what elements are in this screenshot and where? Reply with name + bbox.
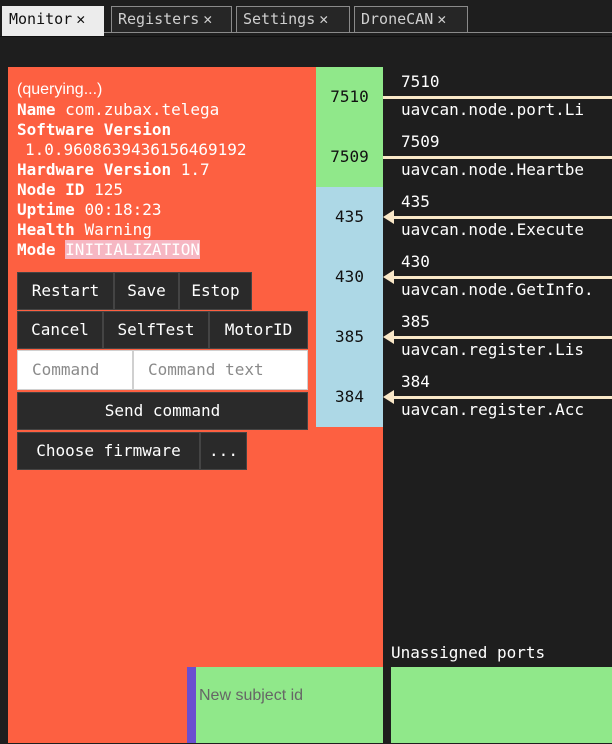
tab-label: Monitor [9,10,73,28]
uptime-label: Uptime [17,200,75,219]
cancel-button[interactable]: Cancel [17,311,103,349]
tab-settings[interactable]: Settings ✕ [236,6,350,32]
uptime-value: 00:18:23 [84,200,162,219]
hardware-version-row: Hardware Version 1.7 [17,160,247,180]
node-name-row: Name com.zubax.telega [17,100,247,120]
connection-port-id: 435 [401,192,430,211]
connection-type-name: uavcan.register.Lis [401,340,585,359]
unassigned-ports-area[interactable] [391,667,612,743]
node-status-line: (querying...) [17,81,103,98]
connection-line [383,96,393,99]
connection-type-name: uavcan.node.port.Li [401,100,585,119]
connection-type-name: uavcan.node.GetInfo. [401,280,594,299]
node-id-value: 125 [94,180,123,199]
estop-button[interactable]: Estop [179,272,252,310]
tab-dronecan[interactable]: DroneCAN ✕ [354,6,468,32]
tab-label: Registers [118,10,200,28]
connection-385[interactable]: 385 uavcan.register.Lis [383,307,612,367]
connection-port-id: 7510 [401,72,440,91]
tab-label: Settings [243,10,316,28]
node-name-label: Name [17,100,56,119]
more-options-button[interactable]: ... [200,432,247,470]
health-label: Health [17,220,75,239]
connection-port-id: 385 [401,312,430,331]
connection-7510[interactable]: 7510 uavcan.node.port.Li [383,67,612,127]
connection-430[interactable]: 430 uavcan.node.GetInfo. [383,247,612,307]
unassigned-ports-label: Unassigned ports [391,643,546,662]
tab-monitor[interactable]: Monitor ✕ [2,6,104,36]
tab-bar-divider [104,32,612,33]
hardware-version-label: Hardware Version [17,160,172,179]
port-430[interactable]: 430 [316,247,383,307]
hardware-version-value: 1.7 [180,160,210,179]
connection-port-id: 430 [401,252,430,271]
node-info: (querying...) Name com.zubax.telega Soft… [17,80,247,260]
connection-type-name: uavcan.node.Heartbe [401,160,585,179]
restart-button[interactable]: Restart [17,272,114,310]
close-icon[interactable]: ✕ [437,7,446,31]
selftest-button[interactable]: SelfTest [103,311,209,349]
software-version-label: Software Version [17,120,172,139]
port-384[interactable]: 384 [316,367,383,427]
tab-registers[interactable]: Registers ✕ [111,6,232,32]
connection-type-name: uavcan.register.Acc [401,400,585,419]
health-row: Health Warning [17,220,247,240]
port-7509[interactable]: 7509 [316,127,383,187]
send-command-button[interactable]: Send command [17,392,308,430]
connection-line [393,216,612,219]
new-subject-id-input[interactable]: New subject id [187,667,383,743]
motorid-button[interactable]: MotorID [209,311,308,349]
connection-port-id: 7509 [401,132,440,151]
mode-label: Mode [17,240,56,259]
health-value: Warning [84,220,152,239]
connection-line [383,156,393,159]
connection-line [393,156,612,159]
software-version-row: Software Version [17,120,247,140]
port-435[interactable]: 435 [316,187,383,247]
connection-line [393,276,612,279]
close-icon[interactable]: ✕ [319,7,328,31]
connection-type-name: uavcan.node.Execute [401,220,585,239]
choose-firmware-button[interactable]: Choose firmware [17,432,200,470]
port-385[interactable]: 385 [316,307,383,367]
connection-384[interactable]: 384 uavcan.register.Acc [383,367,612,427]
connection-line [393,396,612,399]
connection-line [393,336,612,339]
connection-port-id: 384 [401,372,430,391]
connection-435[interactable]: 435 uavcan.node.Execute [383,187,612,247]
connection-line [393,96,612,99]
mode-row: Mode INITIALIZATION [17,240,247,260]
command-text-input[interactable]: Command text [133,350,308,390]
uptime-row: Uptime 00:18:23 [17,200,247,220]
connection-7509[interactable]: 7509 uavcan.node.Heartbe [383,127,612,187]
close-icon[interactable]: ✕ [203,7,212,31]
port-7510[interactable]: 7510 [316,67,383,127]
node-id-label: Node ID [17,180,85,199]
node-name-value: com.zubax.telega [65,100,220,119]
tab-bar: Monitor ✕ Registers ✕ Settings ✕ DroneCAN ✕ [0,0,612,36]
close-icon[interactable]: ✕ [76,7,85,31]
save-button[interactable]: Save [114,272,179,310]
command-id-input[interactable]: Command [17,350,133,390]
software-version-value: 1.0.9608639436156469192 [25,140,247,159]
node-id-row: Node ID 125 [17,180,247,200]
tab-label: DroneCAN [361,10,434,28]
mode-value: INITIALIZATION [65,240,201,259]
